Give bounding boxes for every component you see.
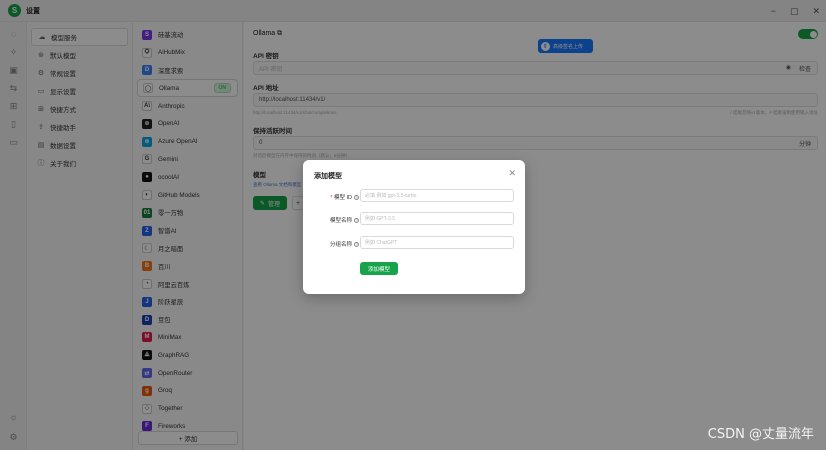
dialog-close-icon[interactable]: ✕ [508,168,516,179]
model-id-placeholder: 必填 例如 gpt-3.5-turbo [365,193,417,199]
help-icon: ? [354,195,359,200]
model-name-input[interactable]: 例如 GPT-3.5 [360,212,514,225]
model-id-label: * 模型 ID? [330,195,359,201]
model-name-label: 模型名称? [329,218,359,224]
group-name-label: 分组名称? [329,242,359,248]
help-icon: ? [354,218,359,223]
watermark: CSDN @丈量流年 [707,427,814,442]
add-model-submit-button[interactable]: 添加模型 [360,262,398,275]
group-name-input[interactable]: 例如 ChatGPT [360,236,514,249]
dialog-title: 添加模型 [314,173,342,180]
model-id-input[interactable]: 必填 例如 gpt-3.5-turbo [360,189,514,202]
model-name-placeholder: 例如 GPT-3.5 [365,216,396,222]
help-icon: ? [354,242,359,247]
add-model-dialog: 添加模型 ✕ * 模型 ID? 必填 例如 gpt-3.5-turbo 模型名称… [303,160,525,294]
group-name-placeholder: 例如 ChatGPT [365,240,398,246]
